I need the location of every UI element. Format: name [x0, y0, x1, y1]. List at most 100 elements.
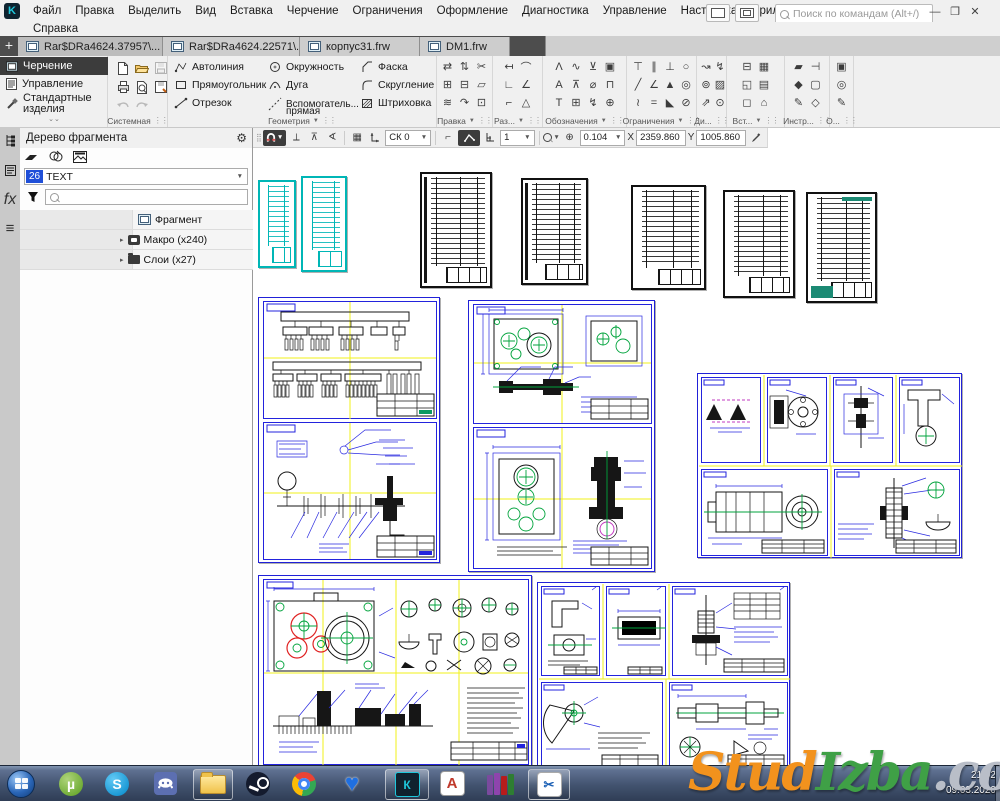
tool-icon[interactable]: ∠ [646, 76, 663, 93]
mode-standard-parts-button[interactable]: Стандартные изделия [0, 93, 108, 115]
tool-icon[interactable]: ▦ [756, 58, 773, 75]
tool-icon[interactable]: ▰ [790, 58, 807, 75]
tree-item-fragment[interactable]: Фрагмент [20, 210, 253, 230]
steam-icon[interactable] [243, 769, 273, 798]
section-handle[interactable]: ⋮⋮ [154, 116, 168, 125]
tool-icon[interactable]: ↯ [712, 58, 729, 75]
tool-circle[interactable]: Окружность [268, 58, 344, 75]
tool-icon[interactable]: ⊓ [602, 76, 619, 93]
tool-icon[interactable]: ╱ [630, 76, 647, 93]
tool-icon[interactable]: ◎ [833, 76, 850, 93]
tool-icon[interactable]: A [551, 76, 568, 93]
menu-file[interactable]: Файл [26, 0, 68, 22]
tool-icon[interactable]: ⇄ [439, 58, 456, 75]
screen-presentation-icon[interactable] [735, 4, 759, 22]
variables-fx-icon[interactable]: fx [2, 192, 18, 208]
tool-icon[interactable]: ▤ [756, 76, 773, 93]
tool-icon[interactable]: ⌒ [518, 58, 535, 75]
tool-rectangle[interactable]: Прямоугольник [174, 76, 266, 93]
tool-icon[interactable]: ≀ [630, 94, 647, 111]
text-style-selector[interactable]: 26 TEXT ▼ [24, 168, 248, 185]
tool-icon[interactable]: ⊙ [712, 94, 729, 111]
tool-icon[interactable]: ⊕ [602, 94, 619, 111]
new-tab-button[interactable]: + [0, 36, 18, 56]
tool-icon[interactable]: ⊟ [456, 76, 473, 93]
image-icon[interactable] [73, 151, 87, 163]
tool-icon[interactable]: Λ [551, 58, 568, 75]
menu-drawing[interactable]: Черчение [280, 0, 346, 22]
tool-icon[interactable]: ↷ [456, 94, 473, 111]
menu-constraints[interactable]: Ограничения [346, 0, 430, 22]
tool-icon[interactable]: ▲ [662, 76, 679, 93]
tool-icon[interactable]: ↤ [501, 58, 518, 75]
tree-item-layers[interactable]: ▸ Слои (x27) [20, 250, 253, 270]
tool-icon[interactable]: ⊘ [678, 94, 695, 111]
macro-objects-icon[interactable] [49, 150, 63, 163]
expander-icon[interactable]: ▸ [120, 236, 124, 244]
tool-icon[interactable]: ↯ [585, 94, 602, 111]
tool-icon[interactable]: T [551, 94, 568, 111]
tool-icon[interactable]: ⊥ [662, 58, 679, 75]
winrar-icon[interactable] [485, 769, 515, 798]
polyline-mode-button[interactable] [458, 130, 480, 146]
autocad-icon[interactable]: A [437, 769, 467, 798]
tool-icon[interactable]: ⊡ [473, 94, 490, 111]
corner-mode-icon[interactable]: ⌐ [440, 130, 456, 146]
expander-icon[interactable]: ▸ [120, 256, 124, 264]
minimize-button[interactable]: — [925, 3, 945, 21]
tool-icon[interactable]: △ [518, 94, 535, 111]
chrome-icon[interactable] [289, 769, 319, 798]
mode-drawing-button[interactable]: Черчение [0, 57, 108, 75]
tool-icon[interactable]: = [646, 94, 663, 111]
snap-magnet-button[interactable]: ▼ [263, 130, 286, 146]
tool-icon[interactable]: ✎ [790, 94, 807, 111]
tab-document-3[interactable]: корпус31.frw [300, 37, 420, 56]
menu-layout[interactable]: Оформление [430, 0, 515, 22]
zoom-scale-icon[interactable]: ⊕ [562, 130, 578, 146]
new-document-icon[interactable] [114, 59, 132, 77]
tab-document-1[interactable]: Rar$DRa4624.37957\... ✕ [18, 37, 163, 56]
undo-icon[interactable] [114, 97, 132, 115]
tree-item-macro[interactable]: ▸ Макро (x240) [20, 230, 253, 250]
menu-insert[interactable]: Вставка [223, 0, 280, 22]
tool-icon[interactable]: ≋ [439, 94, 456, 111]
panel-menu-icon[interactable]: ≡ [2, 220, 18, 236]
tool-icon[interactable]: ◱ [739, 76, 756, 93]
drawing-canvas[interactable] [253, 148, 1000, 765]
eyedropper-icon[interactable] [748, 130, 764, 146]
tool-icon[interactable]: ◻ [739, 94, 756, 111]
tab-document-2[interactable]: Rar$DRa4624.22571\... [163, 37, 300, 56]
snap-angle-icon[interactable]: ∢ [324, 130, 340, 146]
tool-icon[interactable]: ⌀ [585, 76, 602, 93]
discord-icon[interactable] [150, 769, 180, 798]
tool-icon[interactable]: ⌂ [756, 94, 773, 111]
tool-arc[interactable]: Дуга [268, 76, 308, 93]
tool-icon[interactable]: ⊟ [739, 58, 756, 75]
tab-document-4[interactable]: DM1.frw [420, 37, 510, 56]
tool-icon[interactable]: ◣ [662, 94, 679, 111]
tool-icon[interactable]: ⊼ [568, 76, 585, 93]
snap-perpendicular-icon[interactable]: ⟂ [288, 130, 304, 146]
close-button[interactable]: ✕ [965, 3, 985, 21]
file-explorer-icon[interactable] [193, 769, 233, 800]
tool-icon[interactable]: ▱ [473, 76, 490, 93]
menu-management[interactable]: Управление [596, 0, 674, 22]
tool-fillet[interactable]: Скругление [360, 76, 434, 93]
tool-icon[interactable]: ▣ [833, 58, 850, 75]
coordinate-system-icon[interactable] [367, 130, 383, 146]
heart-app-icon[interactable]: ♥ [337, 769, 367, 798]
layer-slope-icon[interactable] [24, 152, 39, 162]
tool-icon[interactable]: ⊣ [807, 58, 824, 75]
tool-icon[interactable]: ▢ [807, 76, 824, 93]
parambar-grip[interactable]: ⣿ [256, 133, 261, 142]
fragment-tree-icon[interactable] [2, 132, 18, 148]
command-search-input[interactable]: Поиск по командам (Alt+/) [775, 4, 933, 24]
section-handle[interactable]: ⋮⋮ [322, 116, 336, 125]
snap-point-icon[interactable]: ⊼ [306, 130, 322, 146]
menu-view[interactable]: Вид [188, 0, 223, 22]
tool-icon[interactable]: ◎ [678, 76, 695, 93]
tool-chamfer[interactable]: Фаска [360, 58, 408, 75]
utorrent-icon[interactable]: µ [56, 769, 86, 798]
layer-select[interactable]: 1▼ [500, 130, 535, 146]
filter-funnel-icon[interactable] [24, 189, 42, 205]
